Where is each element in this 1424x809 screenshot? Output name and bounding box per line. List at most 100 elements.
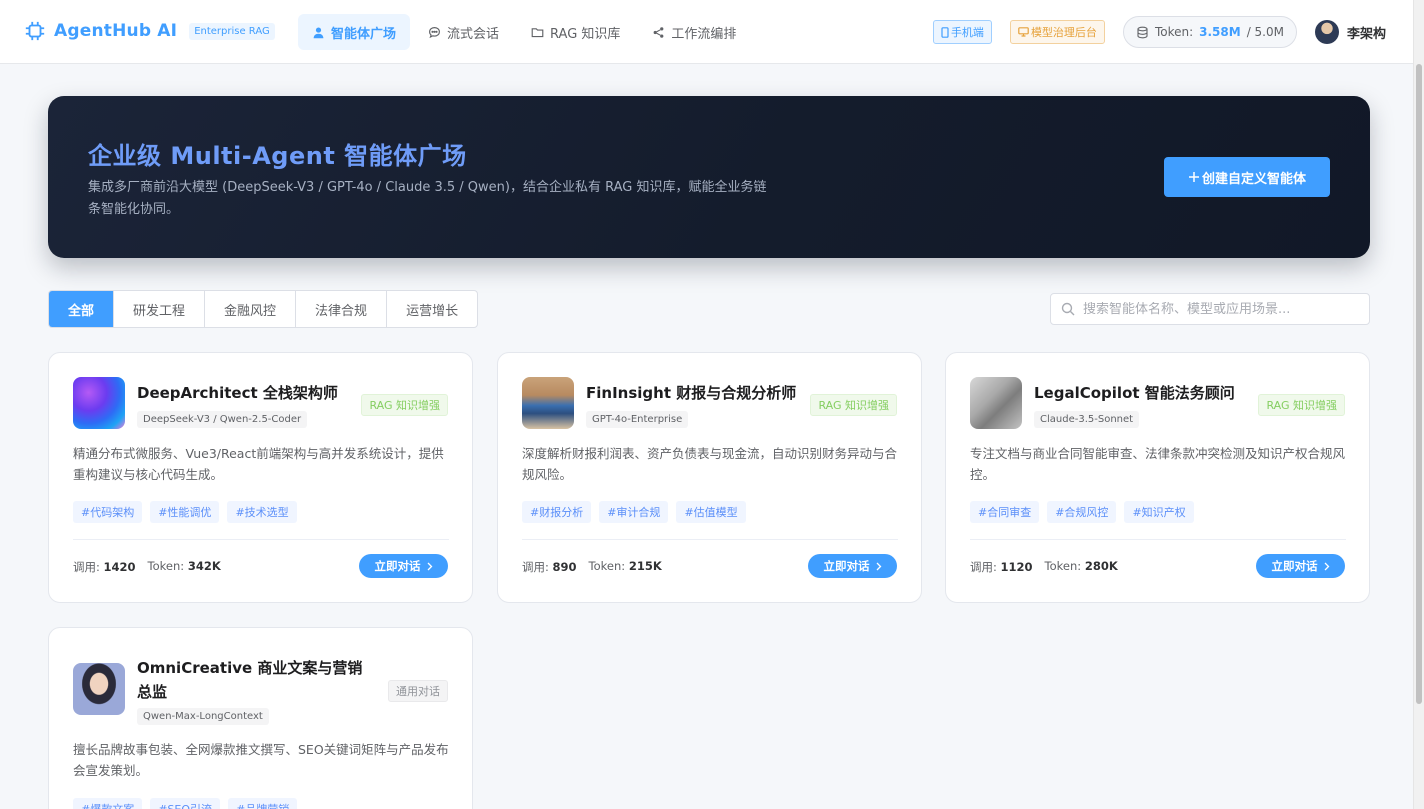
agent-tag[interactable]: #代码架构 bbox=[73, 501, 143, 523]
start-chat-label: 立即对话 bbox=[1271, 559, 1318, 573]
agent-tags: #爆款文案 #SEO引流 #品牌营销 bbox=[73, 798, 298, 809]
card-divider bbox=[522, 539, 898, 540]
create-agent-button[interactable]: 创建自定义智能体 bbox=[1164, 157, 1330, 197]
agent-tag[interactable]: #爆款文案 bbox=[73, 798, 143, 809]
agent-card[interactable]: DeepArchitect 全栈架构师 DeepSeek-V3 / Qwen-2… bbox=[48, 352, 473, 603]
agent-tag[interactable]: #财报分析 bbox=[522, 501, 592, 523]
agent-tags: #代码架构 #性能调优 #技术选型 bbox=[73, 501, 297, 523]
agent-description: 专注文档与商业合同智能审查、法律条款冲突检测及知识产权合规风控。 bbox=[970, 446, 1346, 482]
header-actions: 手机端 模型治理后台 Token: 3.58M / 5.0M 李架构 bbox=[932, 16, 1386, 48]
calls-stat: 调用: 890 bbox=[522, 560, 577, 574]
agent-description: 精通分布式微服务、Vue3/React前端架构与高并发系统设计，提供重构建议与核… bbox=[73, 446, 444, 482]
agent-name: DeepArchitect 全栈架构师 bbox=[137, 384, 338, 402]
card-divider bbox=[970, 539, 1346, 540]
start-chat-button[interactable]: 立即对话 bbox=[1256, 554, 1345, 578]
user-name: 李架构 bbox=[1346, 26, 1386, 42]
nav-stream-chat[interactable]: 流式会话 bbox=[414, 14, 513, 50]
filter-legal[interactable]: 法律合规 bbox=[295, 291, 386, 327]
brand[interactable]: AgentHub AI Enterprise RAG bbox=[24, 20, 275, 42]
agent-model: DeepSeek-V3 / Qwen-2.5-Coder bbox=[137, 411, 308, 428]
agent-tag[interactable]: #技术选型 bbox=[227, 501, 297, 523]
mobile-button[interactable]: 手机端 bbox=[932, 20, 992, 44]
agent-type-badge: 通用对话 bbox=[388, 680, 448, 702]
nav-label: RAG 知识库 bbox=[550, 26, 621, 42]
chevron-right-icon bbox=[1324, 562, 1329, 570]
agent-tag[interactable]: #品牌营销 bbox=[228, 798, 298, 809]
token-stat: Token: 342K bbox=[147, 559, 221, 573]
agent-name: LegalCopilot 智能法务顾问 bbox=[1034, 384, 1235, 402]
agent-tag[interactable]: #SEO引流 bbox=[150, 798, 221, 809]
agent-stats: 调用: 1120 Token: 280K bbox=[970, 559, 1118, 575]
agent-tag[interactable]: #性能调优 bbox=[150, 501, 220, 523]
agent-tags: #财报分析 #审计合规 #估值模型 bbox=[522, 501, 746, 523]
agent-tags: #合同审查 #合规风控 #知识产权 bbox=[970, 501, 1194, 523]
nav-label: 智能体广场 bbox=[331, 26, 397, 42]
agent-type-badge: RAG 知识增强 bbox=[361, 394, 448, 416]
hero-subtitle: 集成多厂商前沿大模型 (DeepSeek-V3 / GPT-4o / Claud… bbox=[88, 180, 767, 217]
agent-description: 深度解析财报利润表、资产负债表与现金流，自动识别财务异动与合规风险。 bbox=[522, 446, 898, 482]
start-chat-button[interactable]: 立即对话 bbox=[808, 554, 897, 578]
agent-card[interactable]: FinInsight 财报与合规分析师 GPT-4o-Enterprise RA… bbox=[497, 352, 922, 603]
avatar bbox=[1314, 20, 1339, 44]
scrollbar[interactable] bbox=[1413, 0, 1424, 809]
agent-model: Qwen-Max-LongContext bbox=[137, 708, 269, 725]
token-stat: Token: 280K bbox=[1044, 559, 1118, 573]
filter-all[interactable]: 全部 bbox=[49, 291, 114, 327]
category-filter: 全部 研发工程 金融风控 法律合规 运营增长 bbox=[48, 290, 479, 328]
hero-banner: 企业级 Multi-Agent 智能体广场 集成多厂商前沿大模型 (DeepSe… bbox=[48, 96, 1370, 258]
filter-rd[interactable]: 研发工程 bbox=[113, 291, 204, 327]
agent-name: OmniCreative 商业文案与营销总监 bbox=[137, 659, 363, 701]
agent-tag[interactable]: #知识产权 bbox=[1124, 501, 1194, 523]
search-input[interactable] bbox=[1083, 301, 1353, 317]
hero-title: 企业级 Multi-Agent 智能体广场 bbox=[88, 142, 467, 170]
scroll-thumb[interactable] bbox=[1416, 64, 1422, 704]
agent-model: GPT-4o-Enterprise bbox=[586, 411, 689, 428]
agent-stats: 调用: 1420 Token: 342K bbox=[73, 559, 221, 575]
agent-tag[interactable]: #合规风控 bbox=[1047, 501, 1117, 523]
agent-type-badge: RAG 知识增强 bbox=[810, 394, 897, 416]
card-divider bbox=[73, 539, 449, 540]
chip-icon bbox=[25, 21, 45, 41]
user-menu[interactable]: 李架构 bbox=[1314, 20, 1386, 44]
token-used: 3.58M bbox=[1199, 25, 1241, 39]
admin-button[interactable]: 模型治理后台 bbox=[1009, 20, 1105, 44]
phone-icon bbox=[941, 26, 949, 38]
agent-name: FinInsight 财报与合规分析师 bbox=[586, 384, 797, 402]
start-chat-button[interactable]: 立即对话 bbox=[359, 554, 448, 578]
nav-rag-kb[interactable]: RAG 知识库 bbox=[517, 14, 634, 50]
calls-stat: 调用: 1420 bbox=[73, 560, 136, 574]
start-chat-label: 立即对话 bbox=[823, 559, 870, 573]
token-label: Token: bbox=[1154, 25, 1194, 39]
chevron-right-icon bbox=[427, 562, 432, 570]
token-usage: Token: 3.58M / 5.0M bbox=[1122, 16, 1297, 48]
filter-growth[interactable]: 运营增长 bbox=[386, 291, 477, 327]
agent-tag[interactable]: #估值模型 bbox=[676, 501, 746, 523]
agent-card[interactable]: LegalCopilot 智能法务顾问 Claude-3.5-Sonnet RA… bbox=[945, 352, 1370, 603]
agent-tag[interactable]: #合同审查 bbox=[970, 501, 1040, 523]
token-total: / 5.0M bbox=[1246, 25, 1284, 39]
user-icon bbox=[313, 26, 324, 38]
nav-workflow[interactable]: 工作流编排 bbox=[638, 14, 750, 50]
mobile-label: 手机端 bbox=[950, 26, 984, 39]
agent-tag[interactable]: #审计合规 bbox=[599, 501, 669, 523]
folder-icon bbox=[531, 27, 544, 37]
plus-icon bbox=[1188, 172, 1199, 182]
top-header: AgentHub AI Enterprise RAG 智能体广场 流式会话 RA… bbox=[0, 0, 1413, 64]
nav-label: 工作流编排 bbox=[671, 26, 737, 42]
brand-badge: Enterprise RAG bbox=[189, 22, 275, 40]
agent-avatar bbox=[73, 663, 125, 715]
token-stat: Token: 215K bbox=[588, 559, 662, 573]
agent-card[interactable]: OmniCreative 商业文案与营销总监 Qwen-Max-LongCont… bbox=[48, 627, 473, 809]
agent-avatar bbox=[522, 377, 574, 429]
filter-finance[interactable]: 金融风控 bbox=[204, 291, 295, 327]
agent-stats: 调用: 890 Token: 215K bbox=[522, 559, 662, 575]
nav-label: 流式会话 bbox=[447, 26, 500, 42]
search-icon bbox=[1061, 302, 1075, 316]
nav-agent-plaza[interactable]: 智能体广场 bbox=[298, 14, 411, 50]
agent-type-badge: RAG 知识增强 bbox=[1258, 394, 1345, 416]
admin-label: 模型治理后台 bbox=[1030, 26, 1097, 39]
main-nav: 智能体广场 流式会话 RAG 知识库 工作流编排 bbox=[298, 14, 750, 50]
coins-icon bbox=[1137, 26, 1148, 38]
agent-avatar bbox=[970, 377, 1022, 429]
chevron-right-icon bbox=[876, 562, 881, 570]
